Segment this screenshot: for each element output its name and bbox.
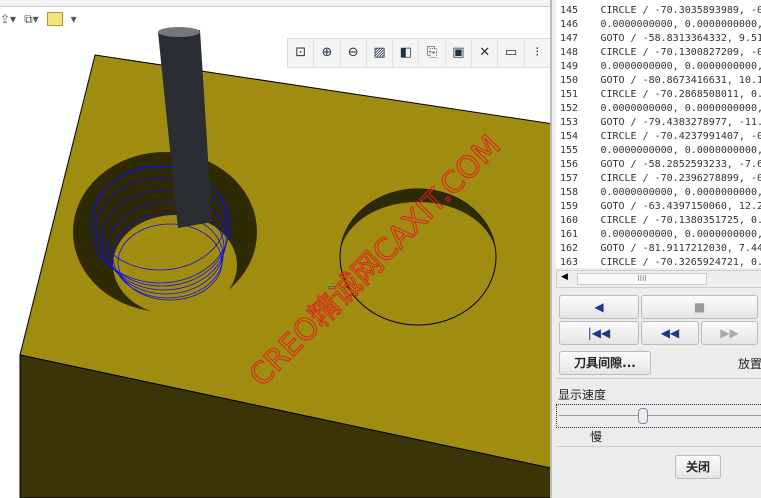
nc-code-line[interactable]: 156 GOTO / -58.2852593233, -7.6 — [556, 158, 761, 172]
line-number: 145 — [560, 5, 579, 16]
line-number: 154 — [560, 131, 579, 142]
scroll-thumb[interactable]: IIII — [577, 273, 707, 285]
windows-icon[interactable]: ⧉▾ — [24, 12, 39, 27]
line-text: CIRCLE / -70.1300827209, -0 — [600, 47, 761, 58]
nc-code-line[interactable]: 145 CIRCLE / -70.3035893989, -0 — [556, 4, 761, 18]
nc-code-line[interactable]: 161 0.0000000000, 0.0000000000, — [556, 228, 761, 242]
open-folder-icon[interactable] — [46, 12, 63, 26]
line-text: CIRCLE / -70.3265924721, 0. — [600, 257, 761, 268]
line-number: 160 — [560, 215, 579, 226]
line-text: GOTO / -79.4383278977, -11. — [600, 117, 761, 128]
line-number: 153 — [560, 117, 579, 128]
line-text: 0.0000000000, 0.0000000000, — [600, 145, 761, 156]
display-style-icon[interactable]: ◧ — [393, 39, 420, 67]
place-label: 放置 — [738, 357, 761, 371]
line-number: 146 — [560, 19, 579, 30]
line-number: 148 — [560, 47, 579, 58]
line-text: GOTO / -63.4397150060, 12.2 — [600, 201, 761, 212]
line-text: GOTO / -58.2852593233, -7.6 — [600, 159, 761, 170]
line-number: 151 — [560, 89, 579, 100]
line-text: 0.0000000000, 0.0000000000, — [600, 229, 761, 240]
annotation-icon[interactable]: ⁝ — [525, 39, 551, 67]
line-number: 159 — [560, 201, 579, 212]
nc-code-line[interactable]: 146 0.0000000000, 0.0000000000, — [556, 18, 761, 32]
step-back-button[interactable]: ◀◀ — [641, 321, 699, 345]
line-number: 161 — [560, 229, 579, 240]
line-number: 157 — [560, 173, 579, 184]
line-text: CIRCLE / -70.1380351725, 0. — [600, 215, 761, 226]
stop-button[interactable]: ■ — [641, 295, 758, 319]
rewind-to-start-button[interactable]: |◀◀ — [559, 321, 639, 345]
spin-center-icon[interactable]: ▭ — [498, 39, 525, 67]
line-text: GOTO / -80.8673416631, 10.1 — [600, 75, 761, 86]
play-backward-button[interactable]: ◀ — [559, 295, 639, 319]
line-text: CIRCLE / -70.2868508011, 0. — [600, 89, 761, 100]
quick-toolbar: ⇪▾ ⧉▾ ▾ — [0, 7, 550, 31]
playback-panel: 145 CIRCLE / -70.3035893989, -0 146 0.00000… — [550, 0, 761, 498]
nc-code-line[interactable]: 159 GOTO / -63.4397150060, 12.2 — [556, 200, 761, 214]
named-view-icon[interactable]: ⎘ — [419, 39, 446, 67]
view-toolbar: ⊡ ⊕ ⊖ ▨ ◧ ⎘ ▣ ✕ ▭ ⁝ — [287, 38, 552, 68]
nc-code-line[interactable]: 160 CIRCLE / -70.1380351725, 0. — [556, 214, 761, 228]
line-number: 149 — [560, 61, 579, 72]
nc-code-line[interactable]: 157 CIRCLE / -70.2396278899, -0 — [556, 172, 761, 186]
speed-slider[interactable] — [556, 404, 761, 428]
line-number: 155 — [560, 145, 579, 156]
line-text: 0.0000000000, 0.0000000000, — [600, 61, 761, 72]
line-text: GOTO / -81.9117212030, 7.44 — [600, 243, 761, 254]
line-number: 152 — [560, 103, 579, 114]
slow-label: 慢 — [590, 430, 603, 444]
horizontal-scrollbar[interactable]: ◀ IIII — [556, 270, 761, 288]
nc-code-line[interactable]: 147 GOTO / -58.8313364332, 9.51 — [556, 32, 761, 46]
nc-code-line[interactable]: 148 CIRCLE / -70.1300827209, -0 — [556, 46, 761, 60]
repaint-icon[interactable]: ▨ — [367, 39, 394, 67]
zoom-in-icon[interactable]: ⊕ — [314, 39, 341, 67]
refit-icon[interactable]: ⊡ — [288, 39, 315, 67]
nc-code-list[interactable]: 145 CIRCLE / -70.3035893989, -0 146 0.00000… — [556, 0, 761, 268]
speed-label: 显示速度 — [558, 388, 607, 402]
speed-slider-thumb[interactable] — [638, 408, 648, 424]
step-forward-button[interactable]: ▶▶ — [701, 321, 758, 345]
line-text: CIRCLE / -70.2396278899, -0 — [600, 173, 761, 184]
datum-display-icon[interactable]: ✕ — [472, 39, 499, 67]
nc-code-line[interactable]: 155 0.0000000000, 0.0000000000, — [556, 144, 761, 158]
line-number: 158 — [560, 187, 579, 198]
nc-code-line[interactable]: 152 0.0000000000, 0.0000000000, — [556, 102, 761, 116]
regenerate-icon[interactable]: ⇪▾ — [0, 12, 16, 26]
ribbon-tabs — [0, 0, 550, 7]
nc-code-line[interactable]: 149 0.0000000000, 0.0000000000, — [556, 60, 761, 74]
more-icon[interactable]: ▾ — [71, 12, 77, 26]
nc-code-line[interactable]: 162 GOTO / -81.9117212030, 7.44 — [556, 242, 761, 256]
saved-views-icon[interactable]: ▣ — [446, 39, 473, 67]
nc-code-line[interactable]: 158 0.0000000000, 0.0000000000, — [556, 186, 761, 200]
nc-code-line[interactable]: 163 CIRCLE / -70.3265924721, 0. — [556, 256, 761, 268]
line-text: GOTO / -58.8313364332, 9.51 — [600, 33, 761, 44]
nc-code-line[interactable]: 153 GOTO / -79.4383278977, -11. — [556, 116, 761, 130]
line-text: CIRCLE / -70.3035893989, -0 — [600, 5, 761, 16]
nc-code-line[interactable]: 151 CIRCLE / -70.2868508011, 0. — [556, 88, 761, 102]
zoom-out-icon[interactable]: ⊖ — [341, 39, 367, 67]
line-number: 156 — [560, 159, 579, 170]
line-text: 0.0000000000, 0.0000000000, — [600, 187, 761, 198]
line-text: 0.0000000000, 0.0000000000, — [600, 103, 761, 114]
line-text: CIRCLE / -70.4237991407, -0 — [600, 131, 761, 142]
nc-code-line[interactable]: 150 GOTO / -80.8673416631, 10.1 — [556, 74, 761, 88]
3d-viewport[interactable]: CREO精诚网CAXIT.COM — [0, 0, 550, 498]
line-number: 150 — [560, 75, 579, 86]
line-text: 0.0000000000, 0.0000000000, — [600, 19, 761, 30]
line-number: 163 — [560, 257, 579, 268]
tool-clearance-button[interactable]: 刀具间隙... — [559, 351, 651, 375]
line-number: 162 — [560, 243, 579, 254]
close-button[interactable]: 关闭 — [675, 455, 721, 479]
nc-code-line[interactable]: 154 CIRCLE / -70.4237991407, -0 — [556, 130, 761, 144]
line-number: 147 — [560, 33, 579, 44]
